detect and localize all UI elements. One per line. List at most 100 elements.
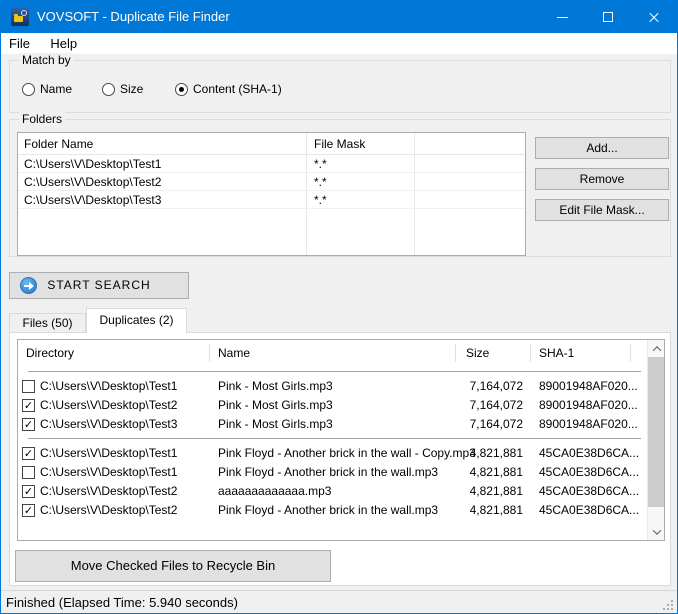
- status-bar: Finished (Elapsed Time: 5.940 seconds): [1, 590, 677, 614]
- column-divider: [530, 344, 531, 362]
- duplicate-row[interactable]: C:\Users\V\Desktop\Test1Pink Floyd - Ano…: [18, 444, 647, 463]
- move-to-recycle-bin-button[interactable]: Move Checked Files to Recycle Bin: [15, 550, 331, 582]
- file-mask-column-header[interactable]: File Mask: [314, 133, 365, 155]
- edit-file-mask-button[interactable]: Edit File Mask...: [535, 199, 669, 221]
- folder-icon: [14, 16, 23, 22]
- directory-cell: C:\Users\V\Desktop\Test3: [40, 415, 177, 434]
- chevron-down-icon: [652, 526, 660, 534]
- directory-column-header[interactable]: Directory: [26, 340, 74, 367]
- size-cell: 4,821,881: [438, 482, 523, 501]
- folder-row[interactable]: C:\Users\V\Desktop\Test2 *.*: [18, 173, 525, 191]
- app-window: VOVSOFT - Duplicate File Finder File Hel…: [0, 0, 678, 614]
- sha1-cell: 45CA0E38D6CA...: [539, 444, 639, 463]
- match-by-legend: Match by: [19, 53, 74, 67]
- start-search-button[interactable]: START SEARCH: [9, 272, 189, 299]
- row-checkbox[interactable]: [22, 399, 35, 412]
- radio-option-name[interactable]: Name: [22, 81, 72, 97]
- column-divider: [630, 344, 631, 362]
- name-cell: aaaaaaaaaaaaa.mp3: [218, 482, 331, 501]
- row-checkbox[interactable]: [22, 504, 35, 517]
- folder-name-cell: C:\Users\V\Desktop\Test1: [24, 155, 161, 173]
- file-mask-cell: *.*: [314, 173, 327, 191]
- duplicates-table-body: C:\Users\V\Desktop\Test1 Pink - Most Girl…: [18, 367, 647, 520]
- row-checkbox[interactable]: [22, 485, 35, 498]
- size-cell: 7,164,072: [438, 415, 523, 434]
- name-column-header[interactable]: Name: [218, 340, 250, 367]
- window-title: VOVSOFT - Duplicate File Finder: [37, 1, 230, 33]
- name-cell: Pink Floyd - Another brick in the wall.m…: [218, 501, 438, 520]
- size-cell: 4,821,881: [438, 444, 523, 463]
- add-button[interactable]: Add...: [535, 137, 669, 159]
- size-cell: 7,164,072: [438, 377, 523, 396]
- maximize-button[interactable]: [585, 1, 631, 33]
- radio-label: Content (SHA-1): [193, 82, 282, 96]
- file-mask-cell: *.*: [314, 191, 327, 209]
- directory-cell: C:\Users\V\Desktop\Test2: [40, 501, 177, 520]
- tab-duplicates[interactable]: Duplicates (2): [86, 308, 187, 333]
- folders-table: Folder Name File Mask C:\Users\V\Desktop…: [17, 132, 526, 256]
- folders-table-header: Folder Name File Mask: [18, 133, 525, 155]
- sha1-column-header[interactable]: SHA-1: [539, 340, 574, 367]
- folder-name-cell: C:\Users\V\Desktop\Test3: [24, 191, 161, 209]
- minimize-button[interactable]: [539, 1, 585, 33]
- resize-grip[interactable]: [671, 608, 673, 610]
- sha1-cell: 45CA0E38D6CA...: [539, 482, 639, 501]
- tab-files[interactable]: Files (50): [9, 313, 86, 334]
- remove-button[interactable]: Remove: [535, 168, 669, 190]
- close-icon: [648, 11, 660, 23]
- size-cell: 4,821,881: [438, 463, 523, 482]
- scrollbar-thumb[interactable]: [648, 357, 665, 507]
- menu-help[interactable]: Help: [42, 33, 85, 54]
- vertical-scrollbar[interactable]: [647, 340, 664, 540]
- chevron-up-icon: [652, 346, 660, 354]
- row-checkbox[interactable]: [22, 447, 35, 460]
- scroll-down-button[interactable]: [648, 523, 665, 540]
- sha1-cell: 45CA0E38D6CA...: [539, 501, 639, 520]
- duplicate-row[interactable]: C:\Users\V\Desktop\Test2 Pink Floyd - Ano…: [18, 501, 647, 520]
- row-checkbox[interactable]: [22, 380, 35, 393]
- folder-row[interactable]: C:\Users\V\Desktop\Test1 *.*: [18, 155, 525, 173]
- radio-label: Name: [40, 82, 72, 96]
- size-cell: 7,164,072: [438, 396, 523, 415]
- row-checkbox[interactable]: [22, 466, 35, 479]
- directory-cell: C:\Users\V\Desktop\Test2: [40, 396, 177, 415]
- title-bar[interactable]: VOVSOFT - Duplicate File Finder: [1, 1, 677, 33]
- column-divider: [209, 344, 210, 362]
- scroll-up-button[interactable]: [648, 340, 665, 357]
- start-search-label: START SEARCH: [10, 273, 188, 298]
- sha1-cell: 89001948AF020...: [539, 396, 638, 415]
- file-mask-cell: *.*: [314, 155, 327, 173]
- folders-legend: Folders: [19, 112, 65, 126]
- duplicate-row[interactable]: C:\Users\V\Desktop\Test3Pink - Most Girl…: [18, 415, 647, 434]
- directory-cell: C:\Users\V\Desktop\Test1: [40, 463, 177, 482]
- duplicate-row[interactable]: C:\Users\V\Desktop\Test1Pink Floyd - Ano…: [18, 463, 647, 482]
- close-button[interactable]: [631, 1, 677, 33]
- folders-table-body: C:\Users\V\Desktop\Test1*.*C:\Users\V\De…: [18, 155, 525, 209]
- folder-name-column-header[interactable]: Folder Name: [24, 133, 93, 155]
- menu-file[interactable]: File: [1, 33, 38, 54]
- radio-circle-icon: [102, 83, 115, 96]
- duplicate-row[interactable]: C:\Users\V\Desktop\Test2 aaaaaaaaaaaaa.mp…: [18, 482, 647, 501]
- row-checkbox[interactable]: [22, 418, 35, 431]
- size-cell: 4,821,881: [438, 501, 523, 520]
- duplicate-row[interactable]: C:\Users\V\Desktop\Test2Pink - Most Girl…: [18, 396, 647, 415]
- radio-option-size[interactable]: Size: [102, 81, 143, 97]
- folder-row[interactable]: C:\Users\V\Desktop\Test3 *.*: [18, 191, 525, 209]
- folder-name-cell: C:\Users\V\Desktop\Test2: [24, 173, 161, 191]
- radio-circle-icon: [22, 83, 35, 96]
- directory-cell: C:\Users\V\Desktop\Test1: [40, 444, 177, 463]
- directory-cell: C:\Users\V\Desktop\Test2: [40, 482, 177, 501]
- group-separator: [28, 371, 641, 372]
- duplicate-row[interactable]: C:\Users\V\Desktop\Test1 Pink - Most Girl…: [18, 377, 647, 396]
- app-icon[interactable]: [11, 8, 29, 26]
- menu-bar: File Help: [1, 33, 677, 54]
- directory-cell: C:\Users\V\Desktop\Test1: [40, 377, 177, 396]
- sha1-cell: 89001948AF020...: [539, 377, 638, 396]
- status-text: Finished (Elapsed Time: 5.940 seconds): [6, 591, 238, 614]
- radio-option-content-sha-1-[interactable]: Content (SHA-1): [175, 81, 282, 97]
- duplicates-table: Directory Name Size SHA-1 C:\Users\V\Des…: [17, 339, 665, 541]
- sha1-cell: 45CA0E38D6CA...: [539, 463, 639, 482]
- size-column-header[interactable]: Size: [466, 340, 489, 367]
- minimize-icon: [557, 17, 568, 18]
- name-cell: Pink - Most Girls.mp3: [218, 377, 333, 396]
